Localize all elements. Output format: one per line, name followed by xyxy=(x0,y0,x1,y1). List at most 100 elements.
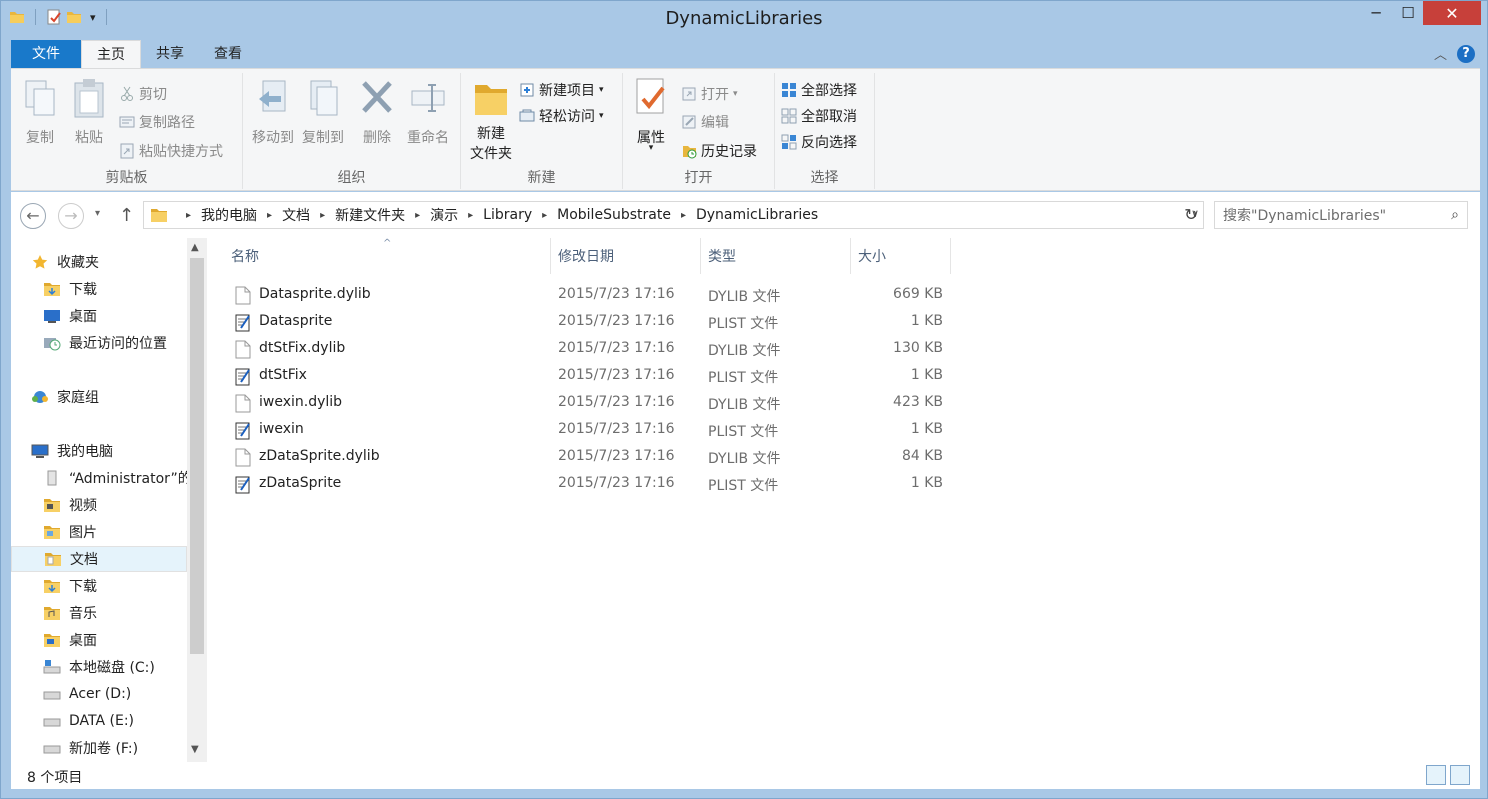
search-icon[interactable]: ⌕ xyxy=(1451,207,1459,223)
breadcrumb-separator[interactable]: ▸ xyxy=(468,210,473,221)
tab-view[interactable]: 查看 xyxy=(199,40,257,68)
tab-file[interactable]: 文件 xyxy=(11,40,81,68)
nav-label: 本地磁盘 (C:) xyxy=(69,660,155,676)
move-to-label: 移动到 xyxy=(252,130,294,146)
explorer-window: ▾ DynamicLibraries ─ ☐ ✕ 文件 主页 共享 查看 ︿ ?… xyxy=(0,0,1488,799)
select-all-button[interactable]: 全部选择 xyxy=(781,79,857,101)
nav-drive-f[interactable]: 新加卷 (F:) xyxy=(43,735,187,761)
nav-pictures[interactable]: 图片 xyxy=(43,519,187,545)
file-row[interactable]: zDataSprite.dylib 2015/7/23 17:16 DYLIB … xyxy=(225,443,955,470)
nav-downloads[interactable]: 下载 xyxy=(43,276,187,302)
select-none-label: 全部取消 xyxy=(801,109,857,125)
new-folder-button[interactable]: 新建 文件夹 xyxy=(465,77,517,163)
move-to-button[interactable]: 移动到 xyxy=(249,77,297,147)
nav-downloads-2[interactable]: 下载 xyxy=(43,573,187,599)
breadcrumb-separator[interactable]: ▸ xyxy=(186,210,191,221)
nav-drive-e[interactable]: DATA (E:) xyxy=(43,708,187,734)
cut-button[interactable]: 剪切 xyxy=(119,83,167,105)
refresh-button[interactable]: ↻ xyxy=(1179,203,1203,227)
back-button[interactable]: ← xyxy=(20,203,46,229)
column-header-date[interactable]: 修改日期 xyxy=(550,238,701,274)
breadcrumb-demo[interactable]: 演示 xyxy=(430,205,458,225)
breadcrumb-mobilesubstrate[interactable]: MobileSubstrate xyxy=(557,207,671,223)
breadcrumb-documents[interactable]: 文档 xyxy=(282,205,310,225)
file-row[interactable]: iwexin 2015/7/23 17:16 PLIST 文件 1 KB xyxy=(225,416,955,443)
nav-videos[interactable]: 视频 xyxy=(43,492,187,518)
help-icon[interactable]: ? xyxy=(1457,44,1475,63)
file-row[interactable]: Datasprite 2015/7/23 17:16 PLIST 文件 1 KB xyxy=(225,308,955,335)
file-size: 1 KB xyxy=(910,421,943,437)
nav-music[interactable]: 音乐 xyxy=(43,600,187,626)
select-none-button[interactable]: 全部取消 xyxy=(781,105,857,127)
paste-shortcut-button[interactable]: 粘贴快捷方式 xyxy=(119,140,223,162)
copy-path-button[interactable]: 复制路径 xyxy=(119,111,195,133)
breadcrumb-separator[interactable]: ▸ xyxy=(542,210,547,221)
breadcrumb-library[interactable]: Library xyxy=(483,207,532,223)
column-header-size[interactable]: 大小 xyxy=(850,238,951,274)
file-row[interactable]: iwexin.dylib 2015/7/23 17:16 DYLIB 文件 42… xyxy=(225,389,955,416)
nav-administrator[interactable]: “Administrator”的 xyxy=(43,465,187,491)
navigation-scrollbar[interactable]: ▲ ▼ xyxy=(187,238,207,762)
breadcrumb-dynamiclibraries[interactable]: DynamicLibraries xyxy=(696,207,818,223)
nav-drive-d[interactable]: Acer (D:) xyxy=(43,681,187,707)
scroll-up-icon[interactable]: ▲ xyxy=(191,242,199,253)
search-input[interactable]: 搜索"DynamicLibraries" xyxy=(1223,205,1386,225)
scroll-down-icon[interactable]: ▼ xyxy=(191,744,199,755)
collapse-ribbon-icon[interactable]: ︿ xyxy=(1434,44,1447,63)
tab-home[interactable]: 主页 xyxy=(81,40,141,68)
breadcrumb-separator[interactable]: ▸ xyxy=(320,210,325,221)
file-row[interactable]: dtStFix.dylib 2015/7/23 17:16 DYLIB 文件 1… xyxy=(225,335,955,362)
maximize-button[interactable]: ☐ xyxy=(1393,1,1423,25)
nav-recent-places[interactable]: 最近访问的位置 xyxy=(43,330,187,356)
new-item-label: 新建项目 xyxy=(539,83,595,99)
new-item-button[interactable]: 新建项目 ▾ xyxy=(519,79,604,101)
file-size: 84 KB xyxy=(901,448,943,464)
nav-favorites[interactable]: 收藏夹 xyxy=(31,249,187,275)
details-view-icon[interactable] xyxy=(1426,765,1446,785)
nav-label: 图片 xyxy=(69,525,97,541)
large-icons-view-icon[interactable] xyxy=(1450,765,1470,785)
recent-locations-dropdown[interactable]: ▾ xyxy=(95,208,100,219)
nav-my-computer[interactable]: 我的电脑 xyxy=(31,438,187,464)
nav-desktop-2[interactable]: 桌面 xyxy=(43,627,187,653)
up-button[interactable]: ↑ xyxy=(119,205,134,226)
nav-homegroup[interactable]: 家庭组 xyxy=(31,384,187,410)
rename-button[interactable]: 重命名 xyxy=(403,77,453,147)
file-row[interactable]: zDataSprite 2015/7/23 17:16 PLIST 文件 1 K… xyxy=(225,470,955,497)
nav-label: DATA (E:) xyxy=(69,713,135,729)
breadcrumb-new-folder[interactable]: 新建文件夹 xyxy=(335,205,405,225)
search-box[interactable]: 搜索"DynamicLibraries" ⌕ xyxy=(1214,201,1468,229)
file-name: dtStFix xyxy=(259,367,307,383)
nav-desktop[interactable]: 桌面 xyxy=(43,303,187,329)
close-button[interactable]: ✕ xyxy=(1423,1,1481,25)
history-button[interactable]: 历史记录 xyxy=(681,140,757,162)
address-bar[interactable]: ▸ 我的电脑 ▸ 文档 ▸ 新建文件夹 ▸ 演示 ▸ Library ▸ Mob… xyxy=(143,201,1204,229)
scrollbar-thumb[interactable] xyxy=(190,258,204,654)
easy-access-button[interactable]: 轻松访问 ▾ xyxy=(519,105,604,127)
nav-label: 家庭组 xyxy=(57,390,99,406)
edit-button[interactable]: 编辑 xyxy=(681,111,729,133)
file-row[interactable]: Datasprite.dylib 2015/7/23 17:16 DYLIB 文… xyxy=(225,281,955,308)
copy-button[interactable]: 复制 xyxy=(19,77,61,147)
nav-documents[interactable]: 文档 xyxy=(11,546,187,572)
file-type: DYLIB 文件 xyxy=(708,451,781,467)
breadcrumb-separator[interactable]: ▸ xyxy=(415,210,420,221)
sort-ascending-icon: ^ xyxy=(383,238,392,249)
tab-share[interactable]: 共享 xyxy=(141,40,199,68)
minimize-button[interactable]: ─ xyxy=(1361,1,1391,25)
paste-button[interactable]: 粘贴 xyxy=(67,77,111,147)
column-header-type[interactable]: 类型 xyxy=(700,238,851,274)
open-button[interactable]: 打开 ▾ xyxy=(681,83,738,105)
breadcrumb-separator[interactable]: ▸ xyxy=(267,210,272,221)
copy-to-button[interactable]: 复制到 xyxy=(299,77,347,147)
file-row[interactable]: dtStFix 2015/7/23 17:16 PLIST 文件 1 KB xyxy=(225,362,955,389)
item-count: 8 个项目 xyxy=(27,770,83,786)
navigation-pane: 收藏夹 下载 桌面 最近访问的位置 家庭组 我的电脑 “Administrato… xyxy=(11,238,207,762)
invert-selection-button[interactable]: 反向选择 xyxy=(781,131,857,153)
nav-drive-c[interactable]: 本地磁盘 (C:) xyxy=(43,654,187,680)
breadcrumb-my-computer[interactable]: 我的电脑 xyxy=(201,205,257,225)
delete-button[interactable]: 删除 xyxy=(359,77,395,147)
breadcrumb-separator[interactable]: ▸ xyxy=(681,210,686,221)
properties-button[interactable]: 属性 ▾ xyxy=(629,77,673,153)
forward-button[interactable]: → xyxy=(58,203,84,229)
